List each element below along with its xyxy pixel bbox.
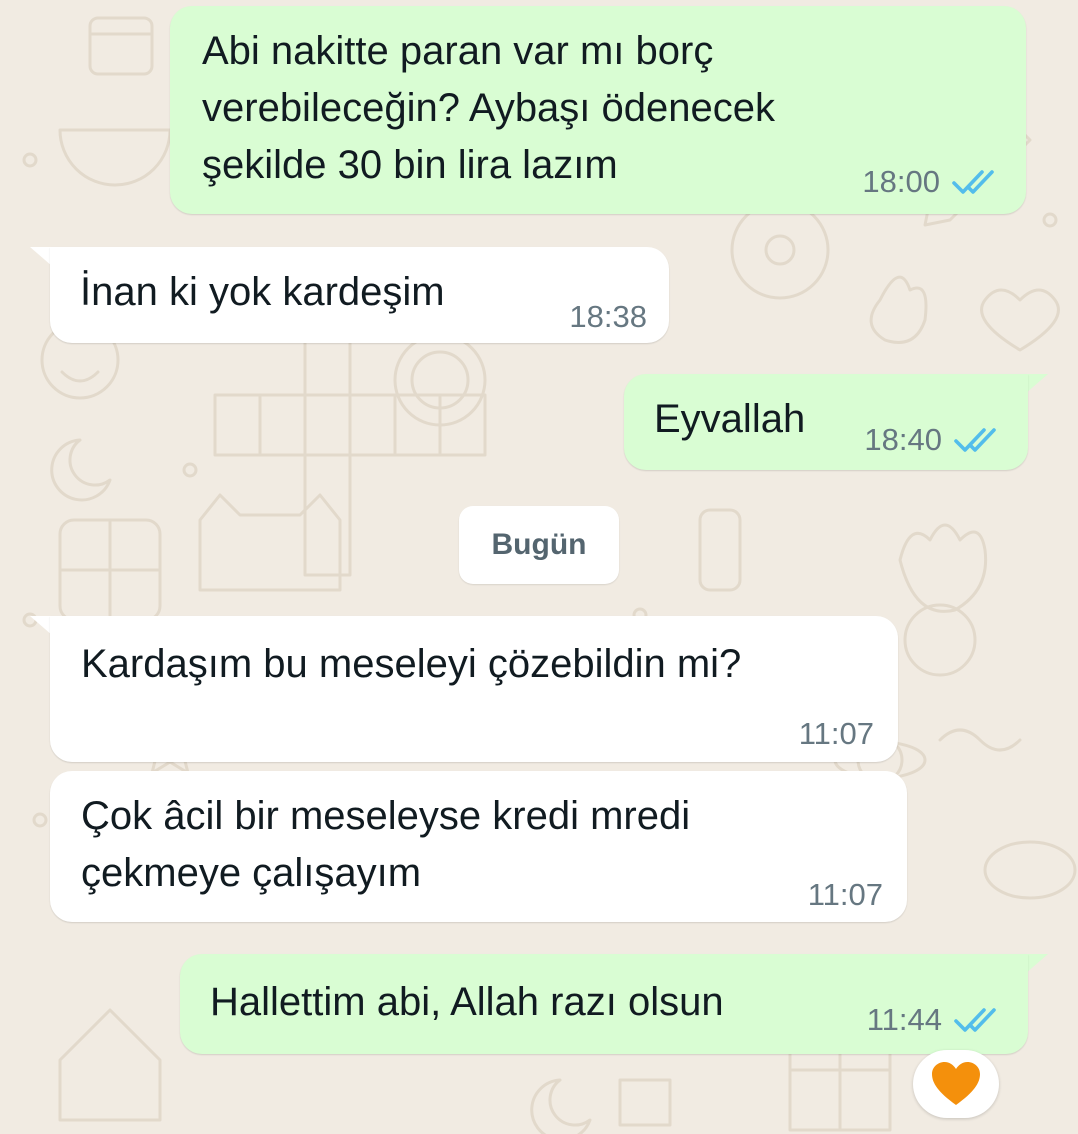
message-bubble-incoming[interactable]: Kardaşım bu meseleyi çözebildin mi? 11:0… bbox=[50, 616, 898, 762]
message-meta: 11:07 bbox=[808, 877, 883, 913]
orange-heart-icon bbox=[932, 1062, 980, 1105]
message-time: 11:44 bbox=[866, 1002, 942, 1037]
message-time: 11:07 bbox=[807, 877, 883, 912]
message-meta: 11:07 bbox=[799, 716, 874, 752]
date-divider: Bugün bbox=[459, 506, 619, 584]
double-check-icon bbox=[954, 428, 996, 452]
message-text: Çok âcil bir meseleyse kredi mredi çekme… bbox=[81, 794, 691, 895]
message-meta: 18:00 bbox=[862, 164, 998, 200]
message-bubble-outgoing[interactable]: Hallettim abi, Allah razı olsun 11:44 bbox=[180, 954, 1028, 1054]
message-time: 18:40 bbox=[864, 422, 942, 457]
double-check-icon bbox=[954, 1008, 996, 1032]
message-bubble-outgoing[interactable]: Eyvallah 18:40 bbox=[624, 374, 1028, 470]
message-text: İnan ki yok kardeşim bbox=[80, 270, 445, 314]
message-text: Abi nakitte paran var mı borç verebilece… bbox=[202, 29, 776, 187]
message-meta: 18:40 bbox=[864, 422, 1000, 458]
message-time: 18:38 bbox=[569, 299, 647, 334]
message-text: Kardaşım bu meseleyi çözebildin mi? bbox=[81, 642, 742, 686]
message-bubble-outgoing[interactable]: Abi nakitte paran var mı borç verebilece… bbox=[170, 6, 1026, 214]
message-time: 11:07 bbox=[798, 716, 874, 751]
message-meta: 18:38 bbox=[569, 299, 647, 335]
message-text: Hallettim abi, Allah razı olsun bbox=[210, 980, 724, 1024]
double-check-icon bbox=[952, 170, 994, 194]
message-bubble-incoming[interactable]: İnan ki yok kardeşim 18:38 bbox=[50, 247, 669, 343]
message-text: Eyvallah bbox=[654, 397, 806, 441]
message-time: 18:00 bbox=[862, 164, 940, 199]
message-bubble-incoming[interactable]: Çok âcil bir meseleyse kredi mredi çekme… bbox=[50, 771, 907, 922]
message-meta: 11:44 bbox=[867, 1002, 1000, 1038]
message-reaction[interactable] bbox=[913, 1050, 999, 1118]
